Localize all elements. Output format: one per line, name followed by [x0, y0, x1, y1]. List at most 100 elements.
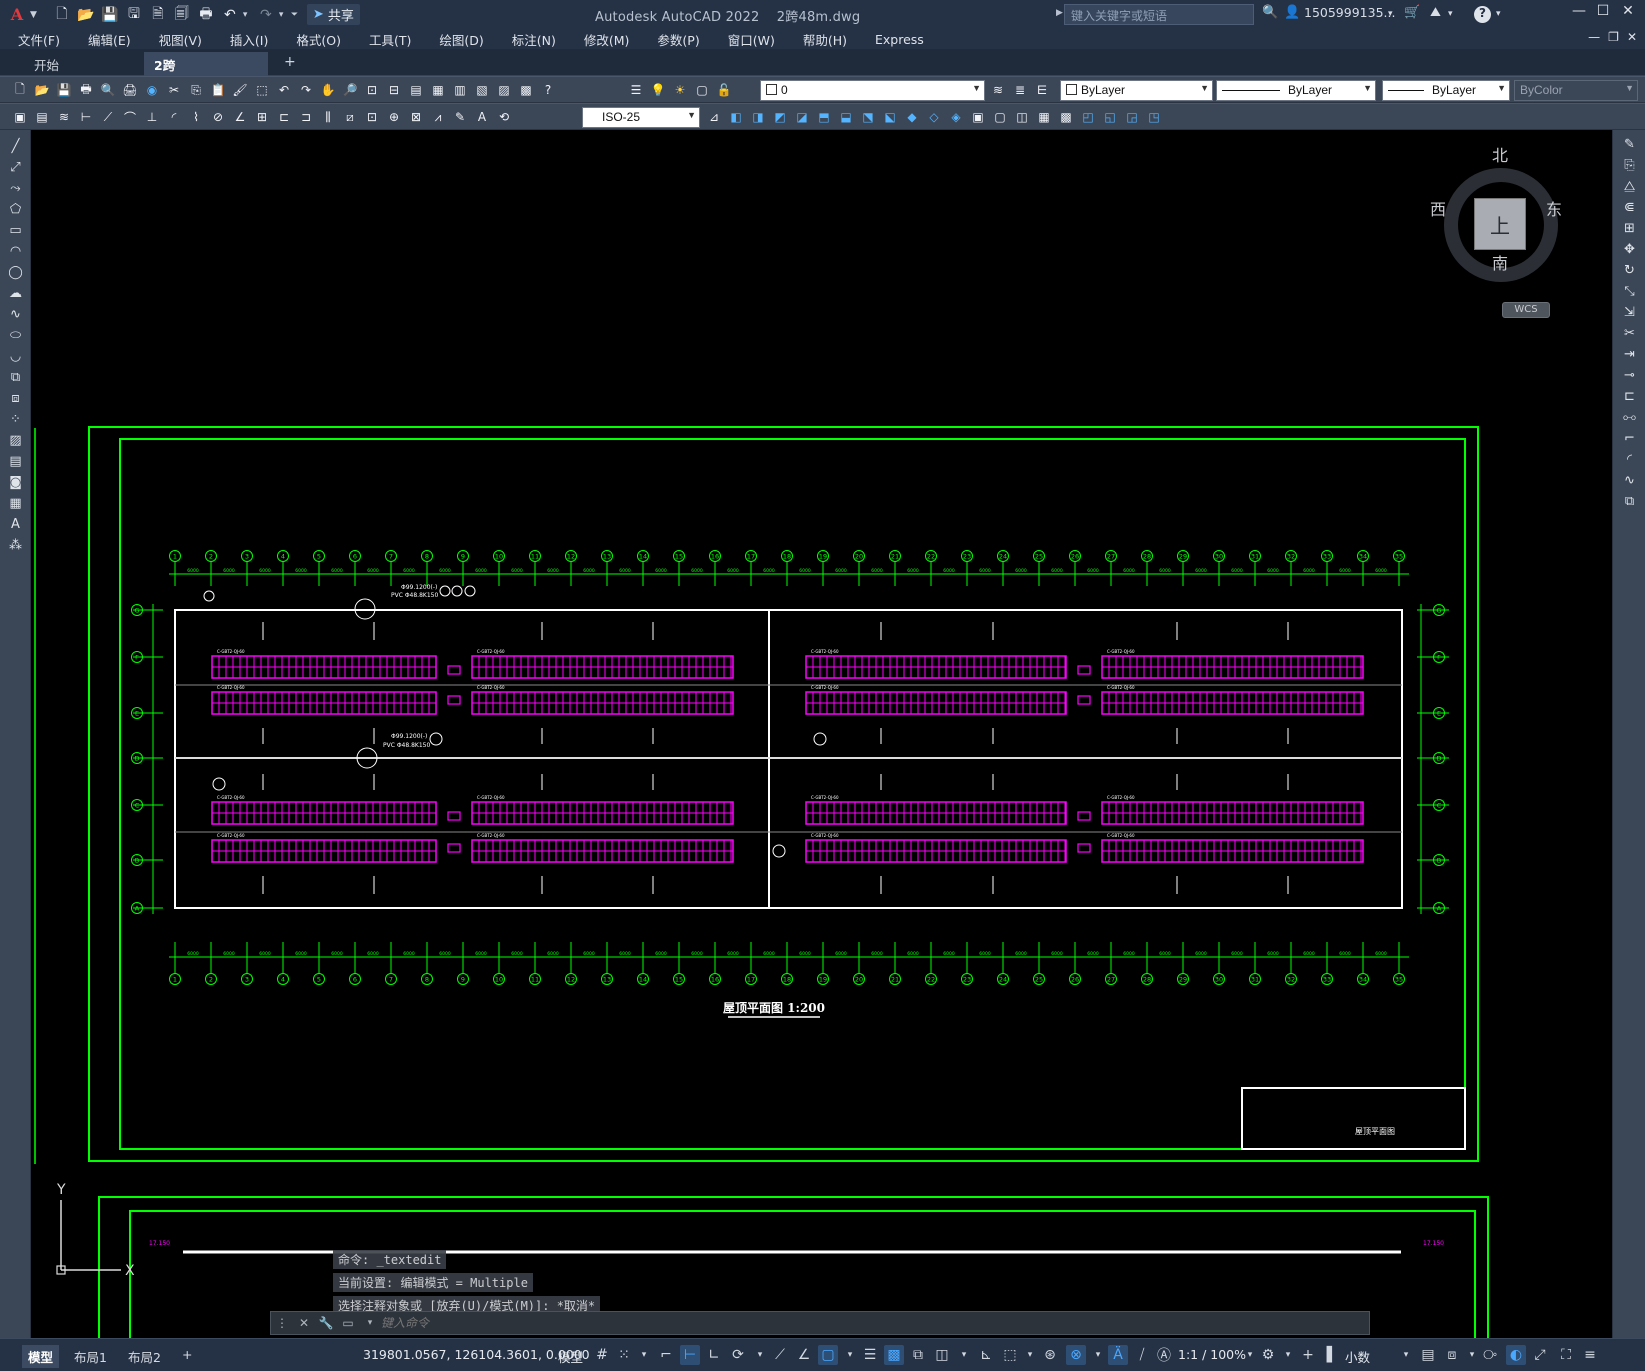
add-selected-icon[interactable]: ⁂	[0, 535, 31, 556]
selection-cycling-icon[interactable]: ⧉	[908, 1345, 928, 1365]
compass-north[interactable]: 北	[1492, 142, 1508, 166]
save-icon[interactable]: 💾	[99, 4, 121, 26]
arc-icon[interactable]: ◠	[0, 241, 31, 262]
color-dropdown[interactable]: ByLayer ▼	[1060, 80, 1213, 101]
user-dropdown-icon[interactable]: ▾	[1388, 9, 1393, 19]
ordinate-dim-icon[interactable]: ⊥	[142, 108, 162, 126]
help-icon[interactable]: ?	[1474, 6, 1491, 23]
auto-scale-icon[interactable]: ⧸	[1132, 1345, 1152, 1365]
minimize-icon[interactable]: —	[1568, 3, 1590, 25]
tolerance-icon[interactable]: ⊡	[362, 108, 382, 126]
menu-tools[interactable]: 工具(T)	[369, 30, 411, 49]
layer-viewport-icon[interactable]: ▢	[692, 81, 712, 99]
menu-dimension[interactable]: 标注(N)	[512, 30, 556, 49]
mirror-icon[interactable]: ⧋	[1613, 176, 1645, 197]
extrude-faces-icon[interactable]: ◪	[792, 108, 812, 126]
explode-icon[interactable]: ⧉	[1613, 491, 1645, 512]
jogged-linear-icon[interactable]: ⩘	[428, 108, 448, 126]
quick-dim-icon[interactable]: ⊞	[252, 108, 272, 126]
filter-dropdown-icon[interactable]: ▾	[1020, 1345, 1040, 1365]
trim-icon[interactable]: ✂	[1613, 323, 1645, 344]
dim-text-edit-icon[interactable]: A	[472, 108, 492, 126]
dynamic-ucs-icon[interactable]: ⊾	[976, 1345, 996, 1365]
section-plane-icon[interactable]: ◱	[1100, 108, 1120, 126]
scale-icon[interactable]: ⤡	[1613, 281, 1645, 302]
annotation-scale-value[interactable]: 1:1 / 100%	[1178, 1347, 1246, 1362]
app-menu-chevron-icon[interactable]: ▼	[30, 10, 37, 20]
gizmo-active-icon[interactable]: ⊗	[1066, 1345, 1086, 1365]
menu-parametric[interactable]: 参数(P)	[657, 30, 699, 49]
qnew-icon[interactable]: 🗋	[10, 81, 30, 99]
isodraft-icon[interactable]: ⟋	[770, 1345, 790, 1365]
gizmo-dropdown-icon[interactable]: ▾	[1088, 1345, 1108, 1365]
workspace-gear-icon[interactable]: ⚙	[1258, 1345, 1278, 1365]
polygon-icon[interactable]: ⬠	[0, 199, 31, 220]
region-icon[interactable]: ◙	[0, 472, 31, 493]
annotation-scale-icon[interactable]: Ⓐ	[1154, 1345, 1174, 1365]
command-input[interactable]	[381, 1316, 981, 1330]
menu-window[interactable]: 窗口(W)	[728, 30, 775, 49]
paste-icon[interactable]: 📋	[208, 81, 228, 99]
save-web-icon[interactable]: 🗐	[171, 4, 193, 26]
close-command-icon[interactable]: ✕	[293, 1316, 315, 1330]
zoom-realtime-icon[interactable]: 🔎	[340, 81, 360, 99]
menu-insert[interactable]: 插入(I)	[230, 30, 268, 49]
help-dropdown-icon[interactable]: ▾	[1496, 9, 1501, 19]
compass-east[interactable]: 东	[1546, 196, 1562, 220]
open-icon[interactable]: 📂	[32, 81, 52, 99]
array-icon[interactable]: ⊞	[1613, 218, 1645, 239]
union-icon[interactable]: ◧	[726, 108, 746, 126]
ellipse-arc-icon[interactable]: ◡	[0, 346, 31, 367]
jogged-dim-icon[interactable]: ⌇	[186, 108, 206, 126]
tab-model[interactable]: 模型	[22, 1345, 60, 1368]
workspace-dropdown-icon[interactable]: ▾	[1278, 1345, 1298, 1365]
menu-edit[interactable]: 编辑(E)	[88, 30, 131, 49]
insert-block-icon[interactable]: ⧉	[0, 367, 31, 388]
menu-express[interactable]: Express	[875, 32, 924, 47]
object-snap-icon[interactable]: ▢	[818, 1345, 838, 1365]
customize-qat-icon[interactable]: ⏷	[291, 10, 301, 20]
fullscreen-icon[interactable]: ⛶	[1556, 1345, 1576, 1365]
properties-icon[interactable]: ▤	[406, 81, 426, 99]
osnap-dropdown-icon[interactable]: ▾	[840, 1345, 860, 1365]
spline-icon[interactable]: ∿	[0, 304, 31, 325]
center-mark-icon[interactable]: ⊕	[384, 108, 404, 126]
make-current-icon[interactable]: ≋	[988, 81, 1008, 99]
stretch-icon[interactable]: ⇲	[1613, 302, 1645, 323]
menu-format[interactable]: 格式(O)	[296, 30, 341, 49]
mtext-icon[interactable]: A	[0, 514, 31, 535]
customize-icon[interactable]: 🔧	[315, 1316, 337, 1330]
cart-icon[interactable]: 🛒	[1404, 5, 1420, 20]
layer-dropdown[interactable]: 0 ▼	[760, 80, 985, 101]
lineweight-display-icon[interactable]: ☰	[860, 1345, 880, 1365]
tool-palettes-icon[interactable]: ▥	[450, 81, 470, 99]
layer-previous-icon[interactable]: ≣	[1010, 81, 1030, 99]
compass-west[interactable]: 西	[1430, 196, 1446, 220]
linetype-dropdown[interactable]: ByLayer ▼	[1216, 80, 1376, 101]
lock-ui-icon[interactable]: ⧈	[1442, 1345, 1462, 1365]
3d-osnap-icon[interactable]: ◫	[932, 1345, 952, 1365]
a360-dropdown-icon[interactable]: ▾	[1448, 9, 1453, 19]
grip-handle-icon[interactable]: ⋮	[271, 1316, 293, 1330]
new-tab-icon[interactable]: +	[284, 54, 296, 70]
radius-dim-icon[interactable]: ◜	[164, 108, 184, 126]
menu-view[interactable]: 视图(V)	[159, 30, 202, 49]
ortho-icon[interactable]: ∟	[704, 1345, 724, 1365]
imprint-icon[interactable]: ▣	[968, 108, 988, 126]
redo-dropdown-icon[interactable]: ▾	[279, 10, 289, 20]
offset-icon[interactable]: ⋐	[1613, 197, 1645, 218]
extend-icon[interactable]: ⇥	[1613, 344, 1645, 365]
table-icon[interactable]: ▦	[0, 493, 31, 514]
help-tool-icon[interactable]: ?	[538, 81, 558, 99]
customization-icon[interactable]: ≡	[1580, 1345, 1600, 1365]
wcs-menu[interactable]: WCS	[1502, 302, 1550, 318]
hatch-icon[interactable]: ▨	[0, 430, 31, 451]
continue-dim-icon[interactable]: ⊐	[296, 108, 316, 126]
interfere-icon[interactable]: ◲	[1122, 108, 1142, 126]
search-input[interactable]: ▶ 键入关键字或短语	[1056, 4, 1254, 25]
subtract-icon[interactable]: ◨	[748, 108, 768, 126]
dim-edit-icon[interactable]: ✎	[450, 108, 470, 126]
layer-translator-icon[interactable]: ▤	[32, 108, 52, 126]
move-icon[interactable]: ✥	[1613, 239, 1645, 260]
user-icon[interactable]: 👤	[1284, 5, 1300, 20]
